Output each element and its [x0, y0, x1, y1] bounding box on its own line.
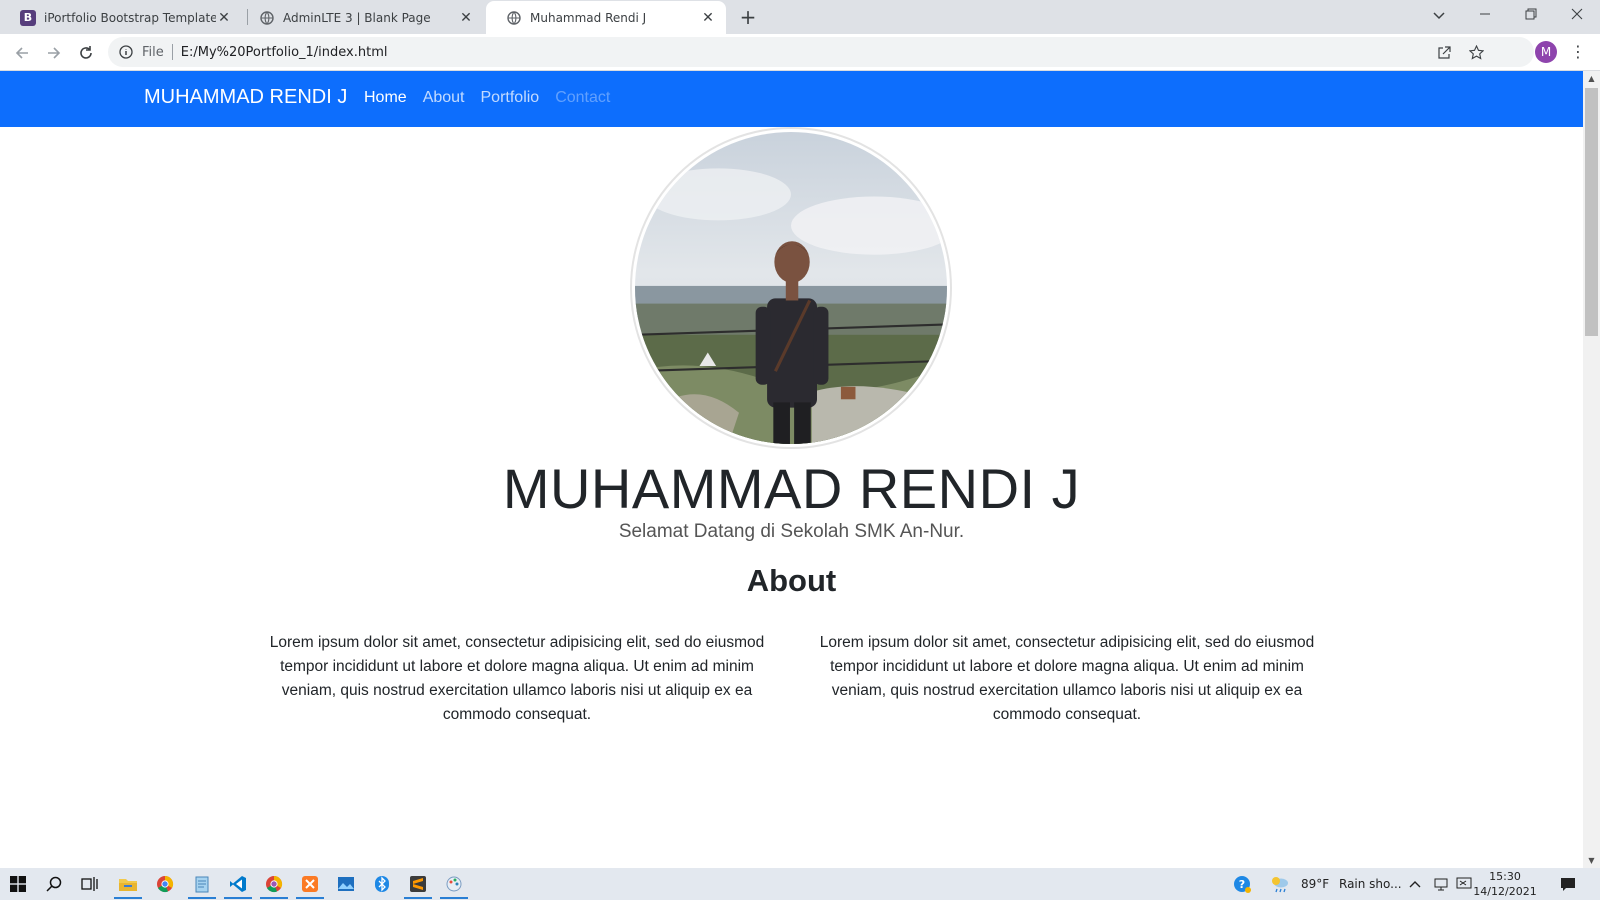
network-icon[interactable]	[1429, 872, 1453, 896]
clock-date: 14/12/2021	[1473, 885, 1537, 898]
task-view-icon[interactable]	[78, 872, 102, 896]
nav-about[interactable]: About	[423, 89, 465, 107]
close-window-button[interactable]	[1562, 4, 1592, 28]
nav-home[interactable]: Home	[364, 89, 407, 107]
share-icon[interactable]	[1432, 37, 1456, 67]
weather-rain-icon[interactable]	[1268, 872, 1292, 896]
notification-icon[interactable]	[1556, 872, 1580, 896]
bootstrap-icon: B	[20, 9, 36, 26]
new-tab-button[interactable]: +	[736, 6, 760, 30]
bluetooth-icon[interactable]	[370, 872, 394, 896]
windows-start-icon[interactable]	[6, 872, 30, 896]
hero-name: MUHAMMAD RENDI J	[502, 457, 1081, 520]
tab-title: Muhammad Rendi J	[530, 10, 647, 25]
minimize-icon	[1480, 13, 1490, 15]
weather-temperature[interactable]: 89°F	[1301, 877, 1329, 891]
chrome-icon[interactable]	[153, 872, 177, 896]
menu-icon[interactable]: ⋮	[1568, 40, 1588, 64]
minimize-button[interactable]	[1470, 4, 1500, 28]
profile-photo	[630, 127, 952, 449]
svg-text:?: ?	[1239, 878, 1245, 891]
close-icon[interactable]: ✕	[458, 10, 474, 26]
browser-toolbar: File E:/My%20Portfolio_1/index.html M ⋮	[0, 34, 1600, 71]
chevron-down-icon	[1433, 12, 1445, 20]
close-icon[interactable]: ✕	[700, 10, 716, 26]
hero-subtitle: Selamat Datang di Sekolah SMK An-Nur.	[618, 521, 965, 542]
site-navbar: MUHAMMAD RENDI J Home About Portfolio Co…	[0, 71, 1583, 127]
page-viewport: MUHAMMAD RENDI J Home About Portfolio Co…	[0, 71, 1583, 868]
reload-button[interactable]	[74, 41, 98, 65]
scroll-down-arrow-icon[interactable]: ▼	[1587, 856, 1596, 865]
tab-adminlte[interactable]: AdminLTE 3 | Blank Page ✕	[239, 1, 484, 34]
tab-muhammad-rendi[interactable]: Muhammad Rendi J ✕	[486, 1, 726, 34]
search-icon[interactable]	[42, 872, 66, 896]
help-icon[interactable]: ?	[1230, 872, 1254, 896]
address-scheme: File	[142, 44, 164, 60]
sublime-text-icon[interactable]	[404, 872, 432, 899]
vscode-icon[interactable]	[224, 872, 252, 899]
reload-icon	[80, 46, 92, 59]
windows-taskbar: ? 89°F Rain sho... 15:30 14/12/2021	[0, 868, 1600, 900]
about-heading: About	[746, 563, 837, 598]
paint-icon[interactable]	[440, 872, 468, 899]
globe-icon	[506, 10, 522, 26]
weather-condition[interactable]: Rain sho...	[1339, 877, 1402, 891]
nav-contact: Contact	[555, 89, 611, 106]
file-explorer-icon[interactable]	[114, 872, 142, 899]
address-divider	[171, 44, 173, 60]
arrow-left-icon	[15, 47, 28, 59]
browser-tab-strip: B iPortfolio Bootstrap Template - In ✕ A…	[0, 0, 1600, 34]
info-icon[interactable]	[118, 44, 134, 60]
restore-button[interactable]	[1516, 4, 1546, 28]
bookmark-star-icon[interactable]	[1464, 37, 1488, 67]
tab-title: iPortfolio Bootstrap Template - In	[44, 10, 216, 25]
chevron-up-icon[interactable]	[1403, 872, 1427, 896]
nav-portfolio[interactable]: Portfolio	[481, 89, 540, 107]
globe-icon	[259, 10, 275, 26]
xampp-icon[interactable]	[296, 872, 324, 899]
about-column-left: Lorem ipsum dolor sit amet, consectetur …	[269, 634, 765, 723]
scroll-thumb[interactable]	[1585, 88, 1598, 336]
close-icon[interactable]: ✕	[216, 10, 232, 26]
profile-avatar[interactable]: M	[1535, 41, 1557, 63]
photos-icon[interactable]	[334, 872, 358, 896]
arrow-right-icon	[48, 47, 61, 59]
tab-search-button[interactable]	[1424, 4, 1454, 28]
forward-button[interactable]	[42, 41, 66, 65]
site-brand[interactable]: MUHAMMAD RENDI J	[144, 86, 347, 109]
chrome-profile-icon[interactable]	[260, 872, 288, 899]
profile-photo-image	[635, 132, 947, 444]
address-url[interactable]: E:/My%20Portfolio_1/index.html	[181, 45, 388, 60]
address-bar[interactable]: File E:/My%20Portfolio_1/index.html	[108, 37, 1534, 67]
page-scrollbar[interactable]: ▲ ▼	[1583, 71, 1600, 868]
back-button[interactable]	[10, 41, 34, 65]
scroll-up-arrow-icon[interactable]: ▲	[1587, 74, 1596, 83]
site-nav-links: Home About Portfolio Contact	[364, 89, 610, 107]
tab-iportfolio[interactable]: B iPortfolio Bootstrap Template - In ✕	[0, 1, 242, 34]
clock-time: 15:30	[1489, 870, 1521, 883]
notepad-icon[interactable]	[188, 872, 216, 899]
system-clock[interactable]: 15:30 14/12/2021	[1470, 869, 1540, 899]
close-icon	[1571, 8, 1583, 20]
tab-title: AdminLTE 3 | Blank Page	[283, 10, 431, 25]
restore-icon	[1525, 8, 1537, 20]
about-column-right: Lorem ipsum dolor sit amet, consectetur …	[819, 634, 1315, 723]
